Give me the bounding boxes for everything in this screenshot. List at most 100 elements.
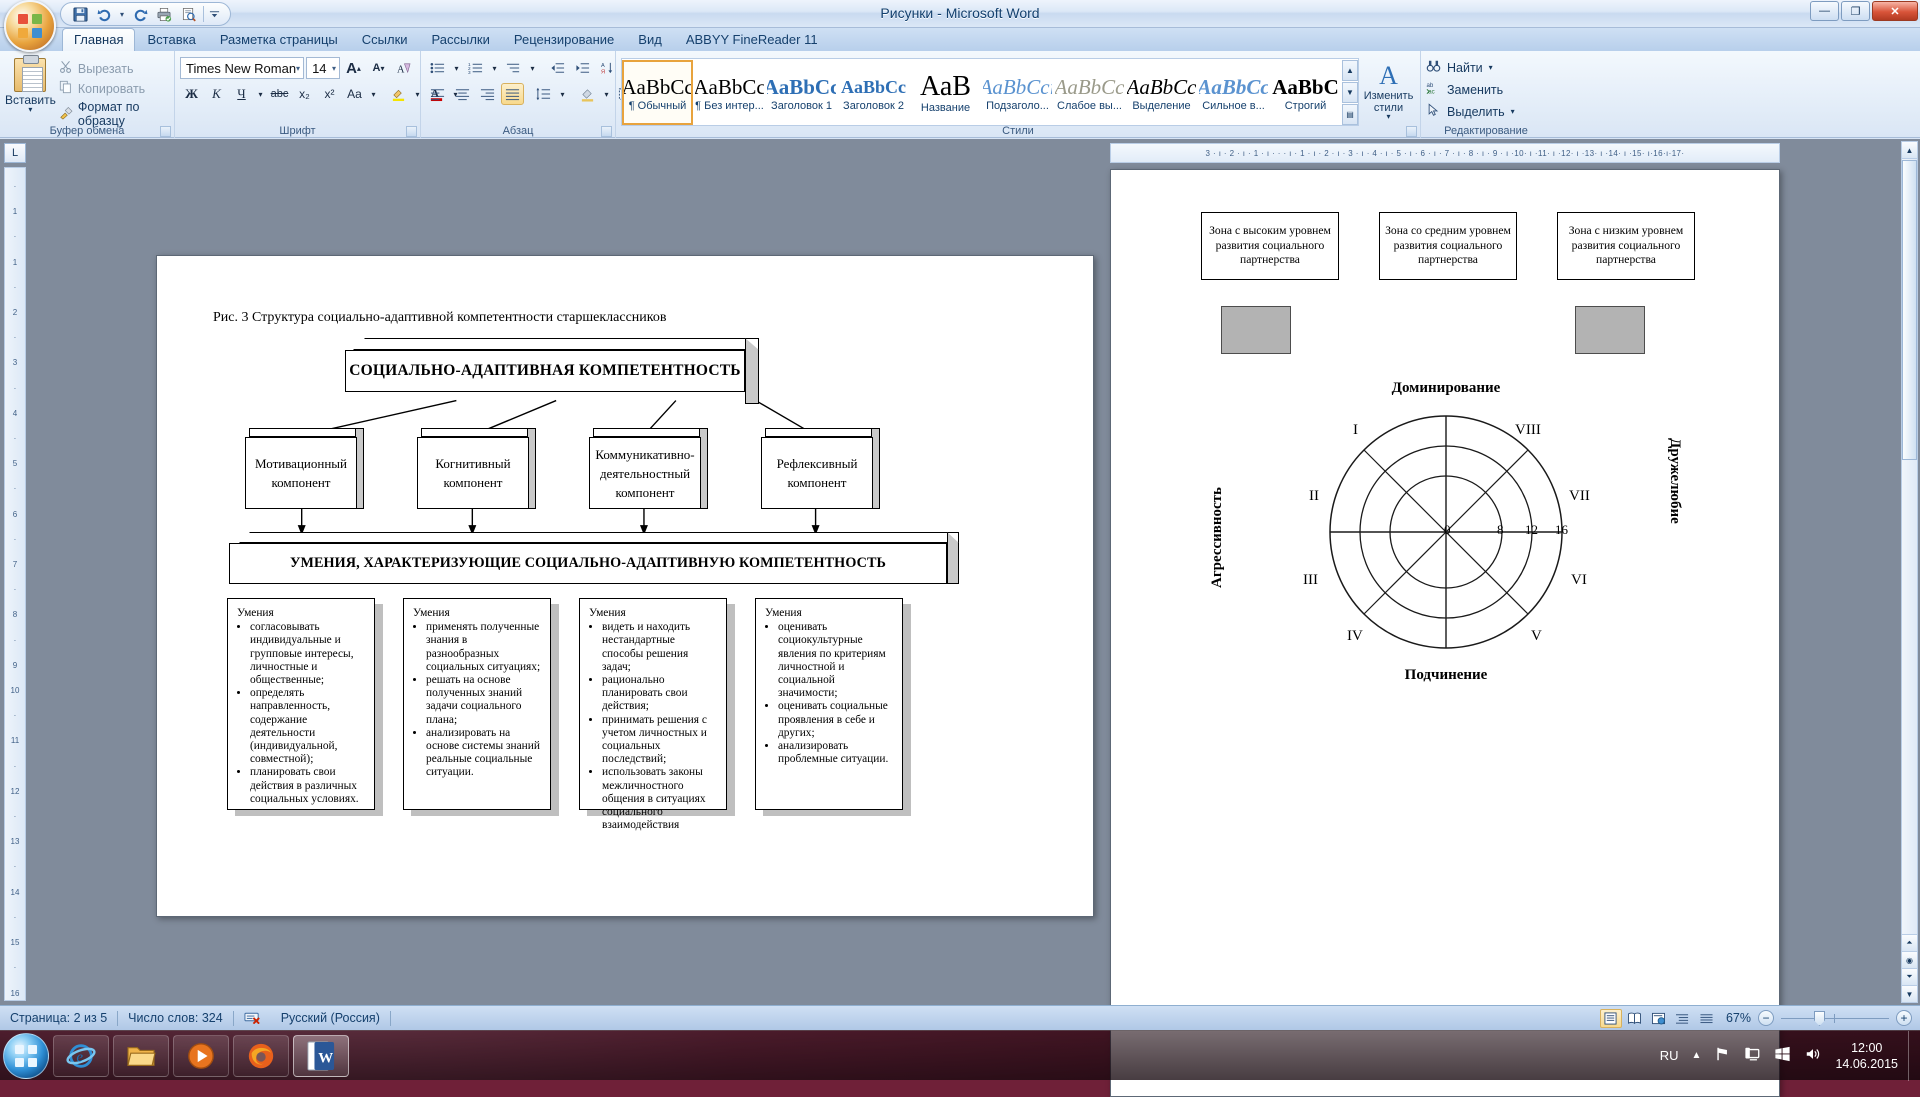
volume-icon[interactable]	[1804, 1046, 1822, 1065]
previous-page-icon[interactable]: ⏶	[1902, 934, 1917, 951]
style-item-heading-2[interactable]: AaBbCc Заголовок 2	[838, 60, 909, 125]
styles-scroll-down-icon[interactable]: ▼	[1342, 82, 1358, 103]
style-item-emphasis[interactable]: AaBbCc Выделение	[1126, 60, 1197, 125]
underline-button[interactable]: Ч	[230, 83, 253, 105]
scroll-up-icon[interactable]: ▲	[1902, 142, 1917, 159]
style-item-title[interactable]: АаВ Название	[910, 60, 981, 125]
multilevel-list-button[interactable]	[502, 57, 525, 79]
select-dropdown-icon[interactable]: ▾	[1511, 107, 1515, 116]
vertical-ruler[interactable]: ·1·1·2·3·4·5·6·7·8·910·11·12·13·14·15·16…	[4, 167, 26, 1001]
tab-home[interactable]: Главная	[62, 28, 135, 51]
shrink-font-button[interactable]: A▾	[367, 57, 390, 79]
change-styles-button[interactable]: A Изменить стили ▾	[1362, 58, 1415, 126]
select-button[interactable]: Выделить ▾	[1426, 103, 1546, 120]
horizontal-ruler[interactable]: 3 · ı · 2 · ı · 1 · ı · · · ı · 1 · ı · …	[1110, 143, 1780, 163]
draft-view-button[interactable]	[1696, 1009, 1718, 1028]
style-item-subtle-emphasis[interactable]: AaBbCc Слабое вы...	[1054, 60, 1125, 125]
bullets-dropdown-icon[interactable]: ▾	[451, 57, 462, 79]
tab-view[interactable]: Вид	[626, 28, 674, 51]
word-count[interactable]: Число слов: 324	[118, 1011, 233, 1025]
underline-dropdown-icon[interactable]: ▾	[255, 83, 266, 105]
tab-insert[interactable]: Вставка	[135, 28, 207, 51]
align-right-button[interactable]	[476, 83, 499, 105]
grow-font-button[interactable]: A▴	[342, 57, 365, 79]
bold-button[interactable]: Ж	[180, 83, 203, 105]
proofing-status[interactable]	[234, 1010, 271, 1027]
font-dialog-launcher[interactable]	[406, 126, 417, 137]
styles-dialog-launcher[interactable]	[1406, 126, 1417, 137]
subscript-button[interactable]: x₂	[293, 83, 316, 105]
tab-review[interactable]: Рецензирование	[502, 28, 626, 51]
style-item-subtitle[interactable]: AaBbCci Подзаголо...	[982, 60, 1053, 125]
strikethrough-button[interactable]: abc	[268, 83, 291, 105]
multilevel-dropdown-icon[interactable]: ▾	[527, 57, 538, 79]
action-center-icon[interactable]	[1744, 1046, 1761, 1065]
tab-mailings[interactable]: Рассылки	[420, 28, 502, 51]
network-flag-icon[interactable]	[1714, 1046, 1731, 1065]
style-item-intense-emphasis[interactable]: AaBbCc Сильное в...	[1198, 60, 1269, 125]
find-button[interactable]: Найти ▾	[1426, 59, 1546, 76]
clock[interactable]: 12:00 14.06.2015	[1835, 1040, 1898, 1072]
taskbar-item-firefox[interactable]	[233, 1035, 289, 1077]
outline-view-button[interactable]	[1672, 1009, 1694, 1028]
language-indicator[interactable]: Русский (Россия)	[271, 1011, 390, 1025]
maximize-button[interactable]: ❐	[1841, 1, 1870, 21]
document-page-1[interactable]: Рис. 3 Структура социально-адаптивной ко…	[156, 255, 1094, 917]
zoom-slider-track[interactable]	[1781, 1011, 1889, 1025]
clear-formatting-button[interactable]: A	[392, 57, 415, 79]
print-layout-view-button[interactable]	[1600, 1009, 1622, 1028]
styles-scroll-up-icon[interactable]: ▲	[1342, 60, 1358, 81]
font-name-combo[interactable]: Times New Roman ▾	[180, 57, 304, 79]
copy-button[interactable]: Копировать	[59, 80, 169, 97]
superscript-button[interactable]: x²	[318, 83, 341, 105]
show-hidden-icons-icon[interactable]: ▲	[1692, 1050, 1702, 1061]
bullets-button[interactable]	[426, 57, 449, 79]
numbering-button[interactable]: 123	[464, 57, 487, 79]
tab-stop-selector[interactable]: L	[4, 143, 26, 163]
zoom-level-label[interactable]: 67%	[1726, 1011, 1751, 1025]
justify-button[interactable]	[501, 83, 524, 105]
start-button[interactable]	[3, 1033, 49, 1079]
tab-references[interactable]: Ссылки	[350, 28, 420, 51]
language-indicator-tray[interactable]: RU	[1660, 1048, 1679, 1063]
line-spacing-dropdown-icon[interactable]: ▾	[557, 83, 568, 105]
paste-button[interactable]: Вставить ▾	[5, 56, 56, 128]
taskbar-item-internet-explorer[interactable]: e	[53, 1035, 109, 1077]
zoom-slider-thumb[interactable]	[1814, 1011, 1825, 1026]
clipboard-dialog-launcher[interactable]	[160, 126, 171, 137]
find-dropdown-icon[interactable]: ▾	[1489, 63, 1493, 72]
styles-more-icon[interactable]: ▤	[1342, 104, 1358, 125]
close-button[interactable]: ✕	[1872, 1, 1918, 21]
office-button[interactable]	[4, 0, 56, 52]
select-browse-object-icon[interactable]: ◉	[1902, 951, 1917, 968]
zoom-out-button[interactable]: −	[1758, 1010, 1774, 1026]
web-layout-view-button[interactable]	[1648, 1009, 1670, 1028]
style-item-normal[interactable]: AaBbCc ¶ Обычный	[622, 60, 693, 125]
fullscreen-reading-view-button[interactable]	[1624, 1009, 1646, 1028]
replace-button[interactable]: abac Заменить	[1426, 81, 1546, 98]
line-spacing-button[interactable]	[532, 83, 555, 105]
italic-button[interactable]: К	[205, 83, 228, 105]
scroll-down-icon[interactable]: ▼	[1902, 985, 1917, 1002]
change-case-button[interactable]: Aa	[343, 83, 366, 105]
page-indicator[interactable]: Страница: 2 из 5	[0, 1011, 117, 1025]
vertical-scrollbar[interactable]: ▲ ⏶ ◉ ⏷ ▼	[1901, 141, 1918, 1003]
numbering-dropdown-icon[interactable]: ▾	[489, 57, 500, 79]
windows-flag-icon[interactable]	[1774, 1046, 1791, 1065]
paste-dropdown-icon[interactable]: ▾	[28, 107, 32, 113]
show-desktop-button[interactable]	[1908, 1031, 1920, 1081]
style-item-heading-1[interactable]: AaBbCс Заголовок 1	[766, 60, 837, 125]
document-page-2[interactable]: Зона с высоким уровнем развития социальн…	[1110, 169, 1780, 1097]
paragraph-dialog-launcher[interactable]	[601, 126, 612, 137]
tab-abbyy-finereader[interactable]: ABBYY FineReader 11	[674, 28, 830, 51]
text-highlight-button[interactable]	[387, 83, 410, 105]
tab-page-layout[interactable]: Разметка страницы	[208, 28, 350, 51]
scrollbar-thumb[interactable]	[1902, 160, 1917, 460]
increase-indent-button[interactable]	[571, 57, 594, 79]
cut-button[interactable]: Вырезать	[59, 60, 169, 77]
shading-dropdown-icon[interactable]: ▾	[601, 83, 612, 105]
minimize-button[interactable]: —	[1810, 1, 1839, 21]
change-case-dropdown-icon[interactable]: ▾	[368, 83, 379, 105]
style-item-strong[interactable]: AaBbC Строгий	[1270, 60, 1341, 125]
taskbar-item-media-player[interactable]	[173, 1035, 229, 1077]
